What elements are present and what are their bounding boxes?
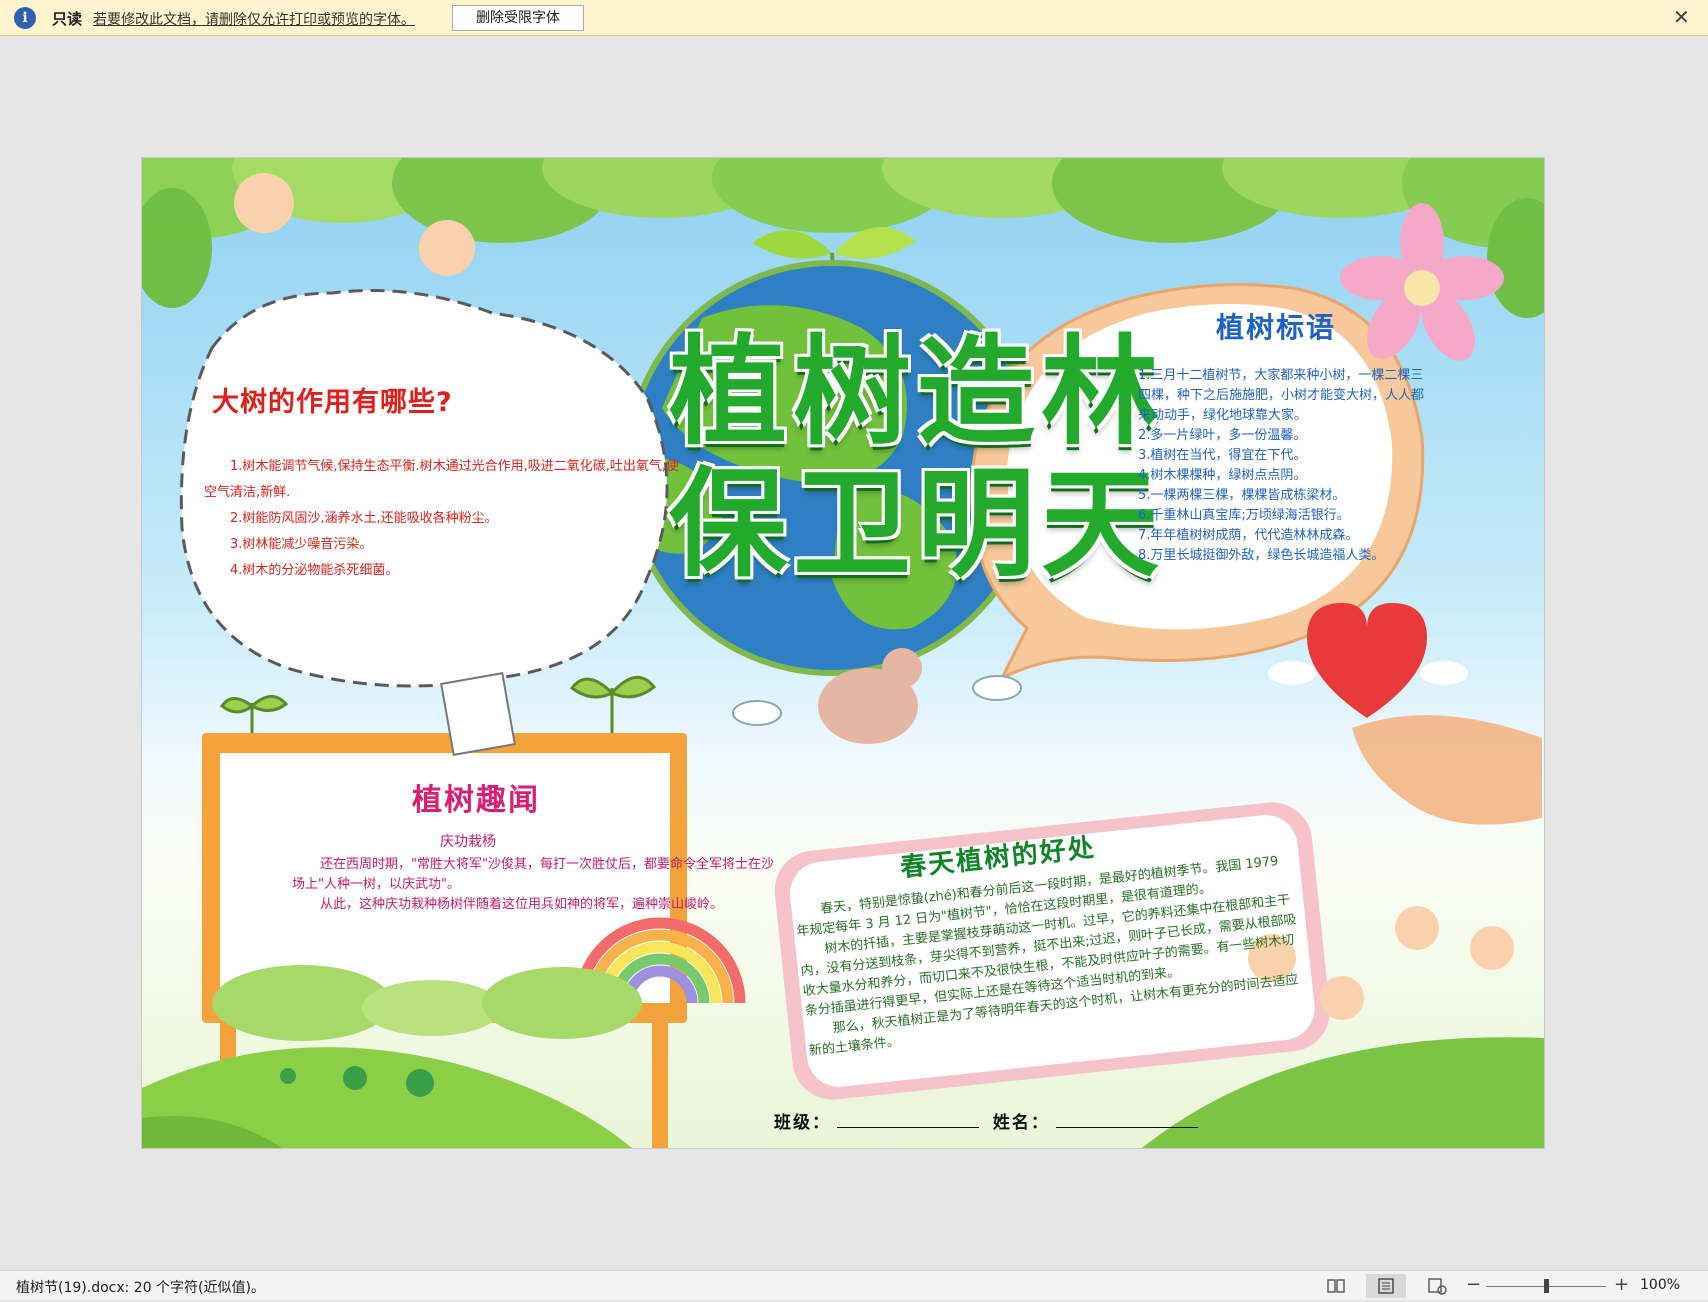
- right-bubble-title: 植树标语: [1216, 311, 1337, 344]
- zoom-level[interactable]: 100%: [1640, 1277, 1680, 1293]
- right-bubble-body: 1.三月十二植树节，大家都来种小树，一棵二棵三四棵，种下之后施施肥，小树才能变大…: [1138, 366, 1424, 566]
- anecdote-paragraph: 从此，这种庆功栽种杨树伴随着这位用兵如神的将军，遍种崇山峻岭。: [320, 897, 724, 912]
- name-label: 姓名：: [992, 1113, 1050, 1133]
- read-only-message-link[interactable]: 若要修改此文档，请删除仅允许打印或预览的字体。: [93, 9, 415, 29]
- read-only-message-bar: i 只读 若要修改此文档，请删除仅允许打印或预览的字体。 删除受限字体 ✕: [0, 0, 1708, 36]
- left-bubble-title: 大树的作用有哪些?: [212, 387, 453, 418]
- document-info: 植树节(19).docx: 20 个字符(近似值)。: [16, 1280, 265, 1296]
- slogan-item: 2.多一片绿叶，多一份温馨。: [1138, 428, 1307, 443]
- web-layout-icon[interactable]: [1416, 1274, 1456, 1298]
- zoom-slider-thumb[interactable]: [1544, 1279, 1549, 1293]
- slogan-item: 1.三月十二植树节，大家都来种小树，一棵二棵三四棵，种下之后施施肥，小树才能变大…: [1138, 368, 1425, 423]
- close-icon[interactable]: ✕: [1673, 5, 1690, 29]
- slogan-item: 6.千重林山真宝库;万顷绿海活银行。: [1138, 508, 1350, 523]
- remove-restricted-fonts-button[interactable]: 删除受限字体: [452, 5, 584, 31]
- class-blank[interactable]: [837, 1113, 979, 1128]
- anecdote-paragraph: 还在西周时期，"常胜大将军"沙俊其，每打一次胜仗后，都要命令全军将士在沙场上"人…: [292, 857, 774, 892]
- anecdote-title: 植树趣闻: [412, 783, 540, 818]
- zoom-in-button[interactable]: +: [1614, 1274, 1629, 1295]
- slogan-item: 4.树木棵棵种，绿树点点阴。: [1138, 468, 1307, 483]
- read-only-label: 只读: [52, 10, 83, 28]
- info-icon: i: [14, 7, 36, 29]
- class-label: 班级：: [774, 1113, 831, 1133]
- document-page[interactable]: 大树的作用有哪些? 1.树木能调节气候,保持生态平衡.树木通过光合作用,吸进二氧…: [142, 158, 1544, 1148]
- slogan-item: 7.年年植树树成荫，代代造林林成森。: [1138, 528, 1359, 543]
- class-name-line: 班级： 姓名：: [774, 1108, 1204, 1133]
- anecdote-subtitle: 庆功栽杨: [440, 834, 496, 850]
- spring-benefits-body: 春天，特别是惊蛰(zhé)和春分前后这一段时期，是最好的植树季节。我国 1979…: [794, 850, 1308, 1061]
- slogan-item: 5.一棵两棵三棵，棵棵皆成栋梁材。: [1138, 488, 1346, 503]
- status-bar: 植树节(19).docx: 20 个字符(近似值)。 − + 100%: [0, 1270, 1708, 1300]
- slogan-item: 8.万里长城挺御外敌，绿色长城造福人类。: [1138, 548, 1385, 563]
- name-blank[interactable]: [1055, 1113, 1198, 1128]
- print-layout-icon[interactable]: [1366, 1274, 1406, 1298]
- zoom-out-button[interactable]: −: [1466, 1274, 1481, 1295]
- anecdote-body: 还在西周时期，"常胜大将军"沙俊其，每打一次胜仗后，都要命令全军将士在沙场上"人…: [292, 855, 780, 915]
- slogan-item: 3.植树在当代，得宜在下代。: [1138, 448, 1307, 463]
- read-mode-icon[interactable]: [1316, 1274, 1356, 1298]
